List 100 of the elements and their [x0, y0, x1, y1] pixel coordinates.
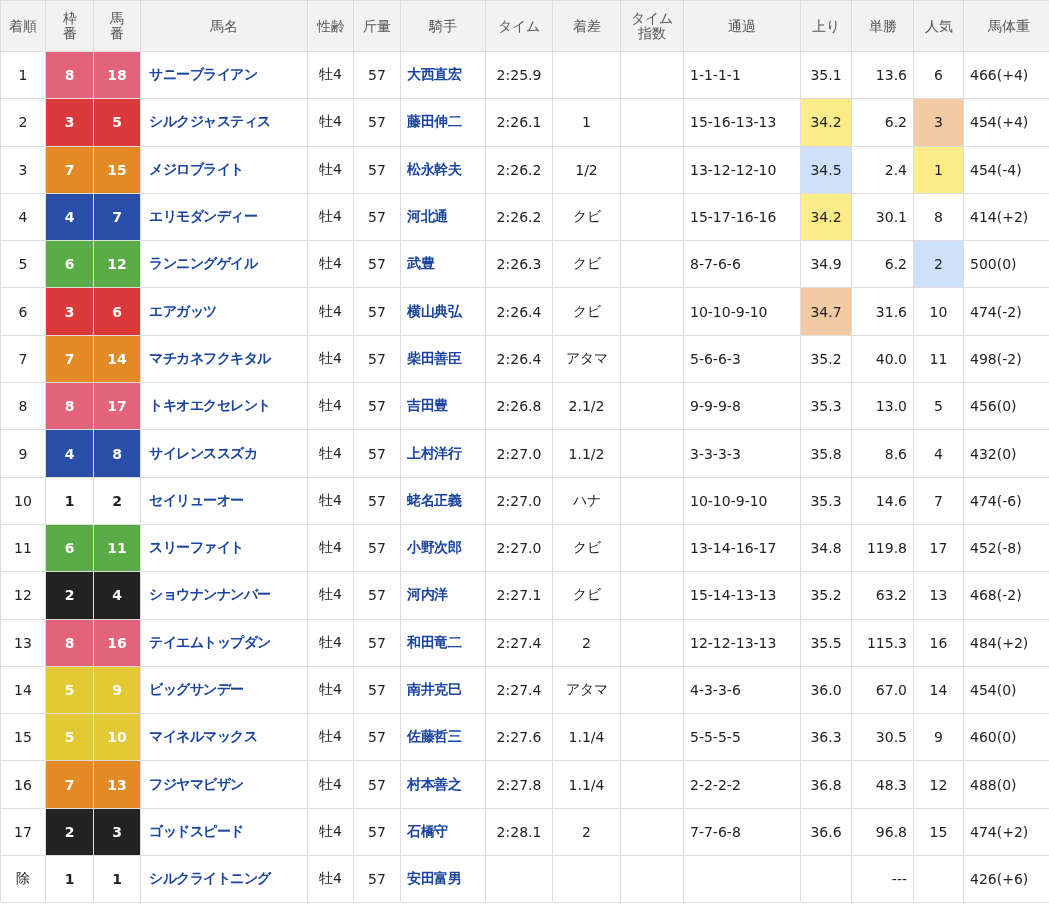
passing-cell: 10-10-9-10 — [683, 477, 801, 525]
passing-cell: 10-10-9-10 — [683, 288, 801, 336]
horse-name-link[interactable]: フジヤマビザン — [140, 760, 308, 809]
frame-number-cell: 5 — [45, 713, 94, 761]
passing-cell: 5-6-6-3 — [683, 335, 801, 383]
sex-age-cell: 牡4 — [307, 193, 354, 241]
horse-name-link[interactable]: サニーブライアン — [140, 51, 308, 99]
horse-name-link[interactable]: ビッグサンデー — [140, 666, 308, 714]
odds-cell: 119.8 — [851, 524, 914, 572]
horse-name-link[interactable]: エリモダンディー — [140, 193, 308, 241]
horse-number-cell: 2 — [93, 477, 141, 525]
last-3f-cell: 35.5 — [800, 619, 852, 667]
column-header: 枠 番 — [45, 0, 94, 52]
horse-name-link[interactable]: トキオエクセレント — [140, 382, 308, 430]
horse-name-link[interactable]: マイネルマックス — [140, 713, 308, 761]
jockey-link[interactable]: 藤田伸二 — [400, 98, 486, 147]
column-header: 斤量 — [353, 0, 401, 52]
horse-name-link[interactable]: テイエムトップダン — [140, 619, 308, 667]
jockey-link[interactable]: 石橋守 — [400, 808, 486, 856]
jockey-link[interactable]: 和田竜二 — [400, 619, 486, 667]
margin-cell: 2 — [552, 808, 621, 856]
horse-number-cell: 18 — [93, 51, 141, 99]
finish-cell: 9 — [0, 429, 46, 478]
margin-cell: 2 — [552, 619, 621, 667]
horse-number-cell: 5 — [93, 98, 141, 147]
margin-cell: 2.1/2 — [552, 382, 621, 430]
weight-cell: 57 — [353, 524, 401, 572]
jockey-link[interactable]: 小野次郎 — [400, 524, 486, 572]
weight-cell: 57 — [353, 760, 401, 809]
finish-cell: 11 — [0, 524, 46, 572]
horse-name-link[interactable]: サイレンススズカ — [140, 429, 308, 478]
time-cell: 2:27.4 — [485, 619, 553, 667]
finish-cell: 6 — [0, 288, 46, 336]
popularity-cell: 10 — [913, 288, 964, 336]
jockey-link[interactable]: 柴田善臣 — [400, 335, 486, 383]
last-3f-cell: 35.1 — [800, 51, 852, 99]
frame-number-cell: 6 — [45, 240, 94, 288]
weight-cell: 57 — [353, 382, 401, 430]
horse-name-link[interactable]: セイリューオー — [140, 477, 308, 525]
frame-number-cell: 4 — [45, 193, 94, 241]
jockey-link[interactable]: 吉田豊 — [400, 382, 486, 430]
time-cell: 2:27.4 — [485, 666, 553, 714]
popularity-cell: 1 — [913, 146, 964, 194]
passing-cell: 2-2-2-2 — [683, 760, 801, 809]
last-3f-cell: 34.5 — [800, 146, 852, 194]
last-3f-cell: 34.9 — [800, 240, 852, 288]
horse-name-link[interactable]: ゴッドスピード — [140, 808, 308, 856]
jockey-link[interactable]: 河北通 — [400, 193, 486, 241]
margin-cell: クビ — [552, 524, 621, 572]
odds-cell: 30.5 — [851, 713, 914, 761]
jockey-link[interactable]: 横山典弘 — [400, 288, 486, 336]
sex-age-cell: 牡4 — [307, 855, 354, 903]
jockey-link[interactable]: 武豊 — [400, 240, 486, 288]
finish-cell: 2 — [0, 98, 46, 147]
jockey-link[interactable]: 河内洋 — [400, 571, 486, 620]
finish-cell: 10 — [0, 477, 46, 525]
horse-name-link[interactable]: ショウナンナンバー — [140, 571, 308, 620]
passing-cell: 9-9-9-8 — [683, 382, 801, 430]
column-header: 馬 番 — [93, 0, 141, 52]
finish-cell: 15 — [0, 713, 46, 761]
column-header: 単勝 — [851, 0, 914, 52]
horse-number-cell: 9 — [93, 666, 141, 714]
horse-name-link[interactable]: シルクジャスティス — [140, 98, 308, 147]
frame-number-cell: 6 — [45, 524, 94, 572]
last-3f-cell: 35.2 — [800, 335, 852, 383]
time-cell: 2:26.4 — [485, 288, 553, 336]
time-cell: 2:27.8 — [485, 760, 553, 809]
sex-age-cell: 牡4 — [307, 524, 354, 572]
horse-number-cell: 13 — [93, 760, 141, 809]
last-3f-cell: 34.8 — [800, 524, 852, 572]
odds-cell: 30.1 — [851, 193, 914, 241]
passing-cell: 7-7-6-8 — [683, 808, 801, 856]
horse-name-link[interactable]: シルクライトニング — [140, 855, 308, 903]
column-header: タイム 指数 — [620, 0, 684, 52]
jockey-link[interactable]: 佐藤哲三 — [400, 713, 486, 761]
column-header: 騎手 — [400, 0, 486, 52]
jockey-link[interactable]: 蛯名正義 — [400, 477, 486, 525]
horse-name-link[interactable]: メジロブライト — [140, 146, 308, 194]
time-cell: 2:27.1 — [485, 571, 553, 620]
horse-name-link[interactable]: マチカネフクキタル — [140, 335, 308, 383]
jockey-link[interactable]: 大西直宏 — [400, 51, 486, 99]
margin-cell: クビ — [552, 288, 621, 336]
jockey-link[interactable]: 松永幹夫 — [400, 146, 486, 194]
horse-name-link[interactable]: エアガッツ — [140, 288, 308, 336]
margin-cell: アタマ — [552, 335, 621, 383]
jockey-link[interactable]: 村本善之 — [400, 760, 486, 809]
margin-cell: ハナ — [552, 477, 621, 525]
odds-cell: 14.6 — [851, 477, 914, 525]
jockey-link[interactable]: 上村洋行 — [400, 429, 486, 478]
column-header: 着差 — [552, 0, 621, 52]
horse-name-link[interactable]: ランニングゲイル — [140, 240, 308, 288]
horse-name-link[interactable]: スリーファイト — [140, 524, 308, 572]
sex-age-cell: 牡4 — [307, 51, 354, 99]
time-cell: 2:27.0 — [485, 429, 553, 478]
frame-number-cell: 7 — [45, 146, 94, 194]
jockey-link[interactable]: 南井克巳 — [400, 666, 486, 714]
weight-cell: 57 — [353, 335, 401, 383]
jockey-link[interactable]: 安田富男 — [400, 855, 486, 903]
column-header: 馬体重 — [963, 0, 1049, 52]
finish-cell: 4 — [0, 193, 46, 241]
